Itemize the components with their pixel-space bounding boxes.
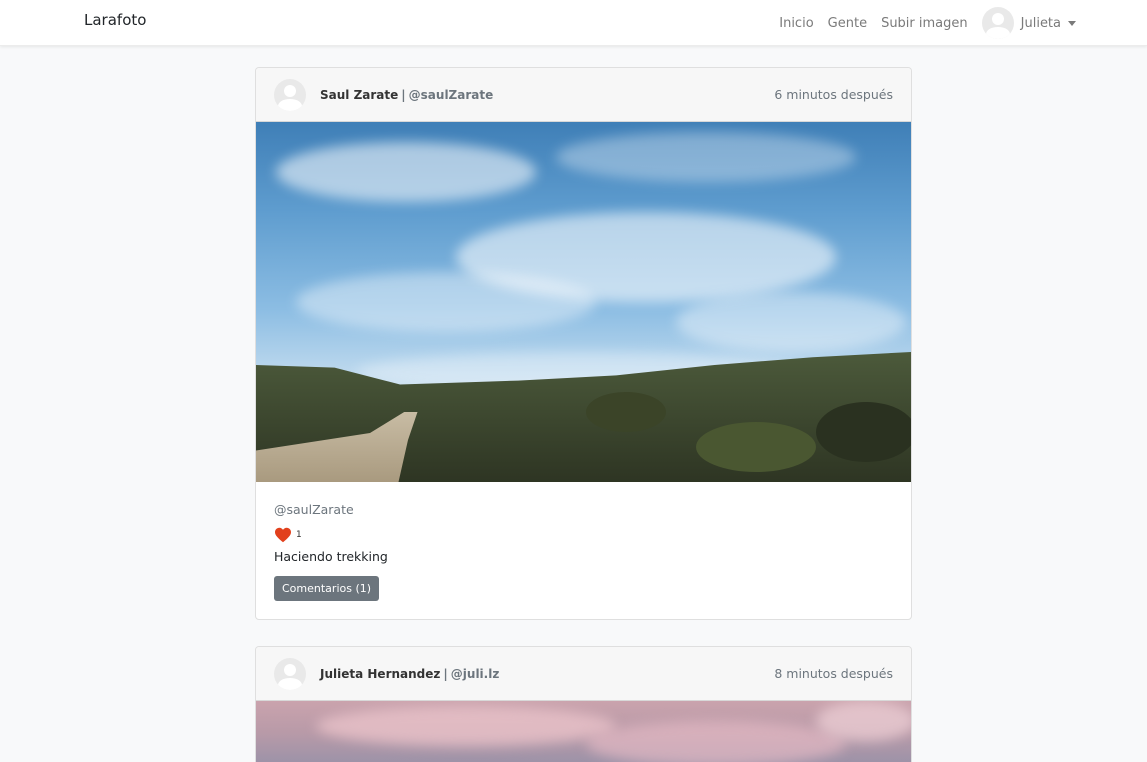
name-separator: | (443, 666, 448, 681)
post-header: Saul Zarate | @saulZarate 6 minutos desp… (256, 68, 911, 122)
like-count: 1 (296, 530, 302, 540)
post-image[interactable] (256, 701, 911, 762)
post-author-name[interactable]: Julieta Hernandez (320, 667, 440, 681)
top-navbar: Larafoto Inicio Gente Subir imagen Julie… (0, 0, 1147, 46)
post-description: Haciendo trekking (274, 549, 388, 564)
nav-link-gente[interactable]: Gente (828, 16, 867, 31)
post-author-avatar[interactable] (274, 78, 306, 111)
post-author-nick[interactable]: @juli.lz (451, 667, 500, 681)
nav-link-subir-imagen[interactable]: Subir imagen (881, 16, 968, 31)
post-card: Saul Zarate | @saulZarate 6 minutos desp… (255, 67, 912, 620)
post-image[interactable] (256, 122, 911, 482)
post-body-nick: @saulZarate (274, 502, 354, 517)
chevron-down-icon (1068, 20, 1076, 26)
likes-row: 1 (274, 527, 893, 543)
name-separator: | (401, 87, 406, 102)
nav-right: Inicio Gente Subir imagen Julieta (765, 0, 1076, 46)
post-author-avatar[interactable] (274, 657, 306, 690)
user-dropdown[interactable]: Julieta (981, 7, 1076, 39)
nav-link-inicio[interactable]: Inicio (779, 16, 813, 31)
post-card: Julieta Hernandez | @juli.lz 8 minutos d… (255, 646, 912, 762)
brand-link[interactable]: Larafoto (84, 11, 146, 29)
comments-button[interactable]: Comentarios (1) (274, 576, 380, 601)
post-time: 6 minutos después (774, 87, 893, 102)
user-name-label: Julieta (1020, 15, 1061, 31)
post-body: @saulZarate 1 Haciendo trekking Comentar… (256, 482, 911, 619)
post-time: 8 minutos después (774, 666, 893, 681)
post-author-nick[interactable]: @saulZarate (409, 88, 494, 102)
post-author-name[interactable]: Saul Zarate (320, 88, 398, 102)
user-avatar (981, 7, 1014, 39)
post-header: Julieta Hernandez | @juli.lz 8 minutos d… (256, 647, 911, 701)
heart-icon[interactable] (274, 527, 292, 543)
